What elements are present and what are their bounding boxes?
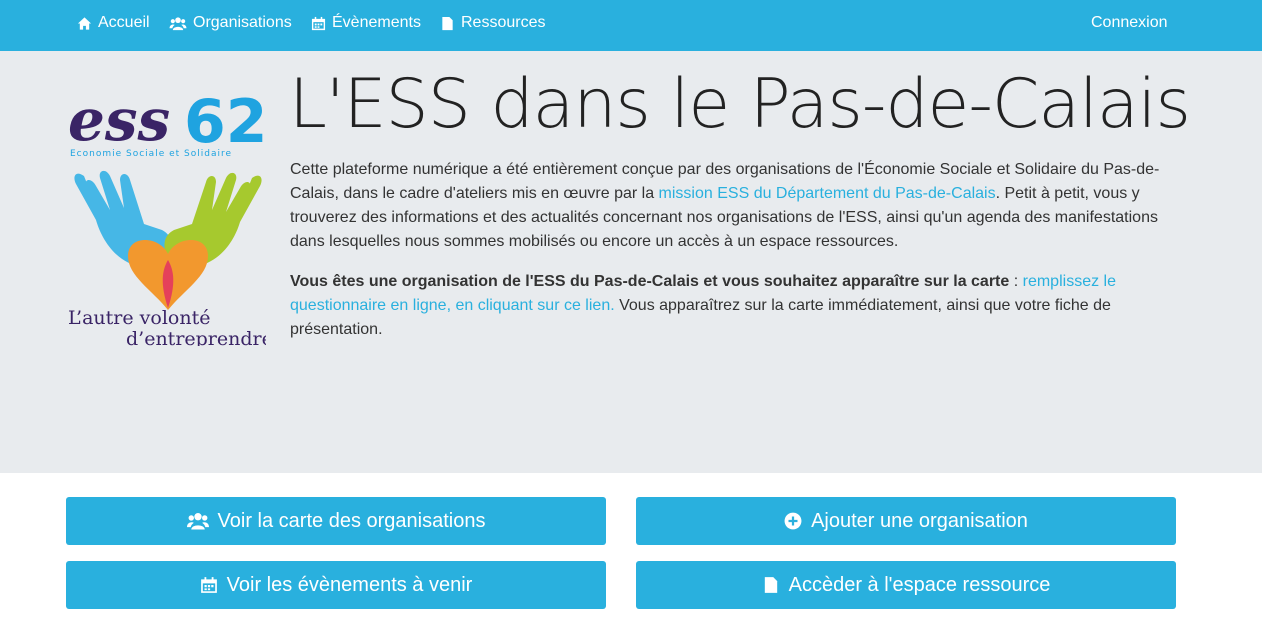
nav-resources-label: Ressources bbox=[461, 14, 546, 31]
add-organisation-button[interactable]: Ajouter une organisation bbox=[636, 497, 1176, 545]
page-title: L'ESS dans le Pas-de-Calais bbox=[289, 65, 1191, 144]
nav-login-label: Connexion bbox=[1091, 14, 1168, 31]
logo-slogan-line1: L’autre volonté bbox=[68, 307, 210, 329]
add-organisation-label: Ajouter une organisation bbox=[811, 509, 1028, 532]
users-icon bbox=[169, 16, 187, 30]
access-resources-label: Accèder à l'espace ressource bbox=[788, 573, 1051, 596]
cta-separator: : bbox=[1009, 273, 1023, 290]
logo-brand-text: ess bbox=[68, 86, 170, 154]
hands-graphic bbox=[74, 170, 262, 310]
file-icon bbox=[442, 16, 453, 30]
calendar-icon bbox=[311, 16, 326, 30]
nav-home-label: Accueil bbox=[98, 14, 150, 31]
view-map-button[interactable]: Voir la carte des organisations bbox=[66, 497, 606, 545]
ess62-logo: ess 62 Economie Sociale et Solidaire L’a… bbox=[66, 84, 273, 350]
nav-login[interactable]: Connexion bbox=[1091, 0, 1168, 46]
logo-subtitle-text: Economie Sociale et Solidaire bbox=[70, 149, 232, 159]
mission-ess-link[interactable]: mission ESS du Département du Pas-de-Cal… bbox=[659, 185, 996, 202]
logo-number-text: 62 bbox=[184, 87, 266, 157]
users-icon bbox=[186, 513, 209, 530]
nav-events-label: Évènements bbox=[332, 14, 421, 31]
calendar-icon bbox=[200, 577, 217, 593]
view-events-label: Voir les évènements à venir bbox=[226, 573, 473, 596]
view-events-button[interactable]: Voir les évènements à venir bbox=[66, 561, 606, 609]
view-map-label: Voir la carte des organisations bbox=[217, 509, 486, 532]
cta-paragraph: Vous êtes une organisation de l'ESS du P… bbox=[290, 270, 1180, 342]
nav-organisations-label: Organisations bbox=[193, 14, 292, 31]
nav-organisations[interactable]: Organisations bbox=[169, 0, 292, 46]
home-icon bbox=[77, 16, 92, 30]
access-resources-button[interactable]: Accèder à l'espace ressource bbox=[636, 561, 1176, 609]
nav-events[interactable]: Évènements bbox=[311, 0, 421, 46]
top-navbar: Accueil Organisations Évènements Ressour… bbox=[0, 0, 1262, 51]
cta-bold-text: Vous êtes une organisation de l'ESS du P… bbox=[290, 273, 1010, 290]
file-icon bbox=[764, 577, 777, 593]
nav-resources[interactable]: Ressources bbox=[440, 0, 545, 46]
nav-home[interactable]: Accueil bbox=[77, 0, 150, 46]
plus-circle-icon bbox=[784, 512, 802, 530]
logo-slogan-line2: d’entreprendre bbox=[126, 328, 266, 346]
intro-paragraph: Cette plateforme numérique a été entière… bbox=[290, 158, 1180, 254]
